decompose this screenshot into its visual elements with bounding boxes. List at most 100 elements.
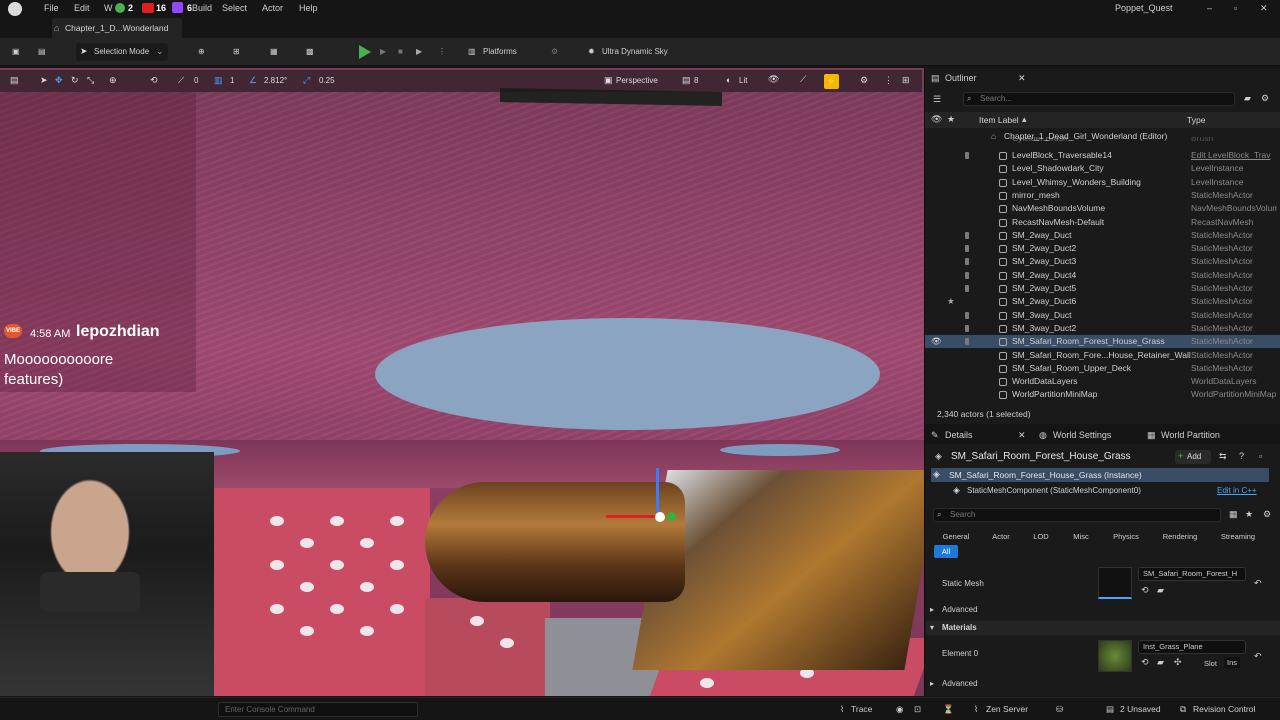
outliner-row[interactable]: SM_Safari_Room_Upper_Deck StaticMeshActor (925, 362, 1280, 375)
record-icon[interactable]: ◉ (896, 704, 903, 715)
advanced-label-2[interactable]: Advanced (942, 679, 978, 688)
materials-expander[interactable]: ▾ (930, 623, 934, 632)
platforms-button[interactable]: Platforms (483, 44, 517, 60)
blueprint-icon[interactable]: ⊞ (233, 44, 240, 60)
static-mesh-thumbnail[interactable] (1098, 567, 1132, 599)
source-control-icon[interactable]: ⛁ (1056, 704, 1063, 715)
simulate-icon[interactable]: ▶ (380, 44, 386, 60)
world-local-icon[interactable]: ⊕ (109, 75, 117, 86)
material-thumbnail[interactable] (1098, 640, 1132, 672)
outliner-row[interactable]: WorldDataLayers WorldDataLayers (925, 375, 1280, 388)
modes-icon[interactable]: ▩ (306, 44, 314, 60)
close-details-icon[interactable]: ✕ (1018, 426, 1026, 444)
menu-build[interactable]: Build (192, 3, 212, 13)
advanced-label-1[interactable]: Advanced (942, 605, 978, 614)
viewport-layout-icon[interactable]: ⋮ (884, 75, 893, 86)
outliner-row[interactable]: SM_Safari_Room_Fore...House_Retainer_Wal… (925, 349, 1280, 362)
outliner-row[interactable]: WorldPartitionMiniMap WorldPartitionMiniM… (925, 388, 1280, 401)
rotation-snap-value[interactable]: 0 (194, 76, 198, 85)
revision-control-button[interactable]: Revision Control (1193, 704, 1255, 714)
show-flags-icon[interactable]: 👁 (768, 74, 779, 85)
settings-icon[interactable]: ⚙ (551, 44, 558, 60)
level-tab[interactable]: ⌂ Chapter_1_D...Wonderland (52, 18, 182, 38)
visibility-eye-icon[interactable]: 👁 (931, 335, 942, 348)
rotation-snap-icon[interactable]: ⟋ (178, 75, 184, 86)
realtime-icon[interactable]: ⟋ (800, 74, 806, 85)
category-general[interactable]: General (936, 530, 976, 544)
lock-icon[interactable]: ▫ (1259, 451, 1262, 461)
outliner-row[interactable]: NavMeshBoundsVolume NavMeshBoundsVolume (925, 202, 1280, 215)
category-streaming[interactable]: Streaming (1212, 530, 1264, 544)
material-browse-icon[interactable]: ⟲ (1141, 657, 1149, 668)
pin-icon[interactable] (965, 231, 969, 239)
viewport-settings-icon[interactable]: ⚙ (860, 75, 868, 86)
visibility-header-icon[interactable]: 👁 (931, 114, 942, 125)
gizmo-y-handle[interactable] (667, 512, 676, 521)
maximize-icon[interactable]: ▫ (1234, 3, 1237, 13)
scale-tool-icon[interactable]: ⤡ (87, 75, 94, 86)
add-actor-icon[interactable]: ⊕ (198, 44, 205, 60)
outliner-row[interactable]: SM_3way_Duct2 StaticMeshActor (925, 322, 1280, 335)
add-folder-icon[interactable]: ▰ (1244, 93, 1251, 104)
menu-file[interactable]: File (44, 3, 59, 13)
scale-snap-icon[interactable]: ⤢ (303, 75, 310, 86)
trace-button[interactable]: Trace (851, 704, 872, 714)
ins-label[interactable]: Ins (1224, 657, 1241, 668)
outliner-row[interactable]: 👁 SM_Safari_Room_Forest_House_Grass Static… (925, 335, 1280, 349)
pin-icon[interactable] (965, 152, 969, 159)
stop-icon[interactable]: ■ (398, 44, 403, 60)
close-outliner-icon[interactable]: ✕ (1018, 69, 1026, 87)
gizmo-x-axis[interactable] (606, 515, 658, 518)
outliner-row[interactable]: RecastNavMesh-Default RecastNavMesh (925, 216, 1280, 229)
outliner-settings-icon[interactable]: ⚙ (1261, 93, 1269, 104)
details-search-input[interactable]: ⌕ Search (933, 508, 1221, 522)
rotate-tool-icon[interactable]: ↻ (71, 75, 79, 86)
pin-icon[interactable] (965, 245, 969, 253)
material-find-icon[interactable]: ▰ (1157, 657, 1164, 668)
pin-icon[interactable] (965, 338, 969, 346)
tab-details[interactable]: Details (945, 426, 973, 444)
category-physics[interactable]: Physics (1104, 530, 1148, 544)
materials-section-header[interactable] (926, 621, 1280, 635)
outliner-row[interactable]: mirror_mesh StaticMeshActor (925, 189, 1280, 202)
outliner-search-input[interactable]: ⌕ Search... (963, 92, 1235, 106)
material-combo[interactable]: Inst_Grass_Plane (1138, 640, 1246, 654)
close-icon[interactable]: ✕ (1260, 3, 1268, 14)
outliner-row[interactable]: SM_2way_Duct4 StaticMeshActor (925, 269, 1280, 282)
blueprint-convert-icon[interactable]: ⇆ (1219, 451, 1227, 462)
tab-world-settings[interactable]: World Settings (1053, 426, 1111, 444)
cinematics-icon[interactable]: ▦ (270, 44, 278, 60)
outliner-row[interactable]: SM_3way_Duct StaticMeshActor (925, 309, 1280, 322)
favorite-star-icon[interactable]: ★ (947, 295, 955, 308)
unsaved-count[interactable]: 2 Unsaved (1120, 704, 1161, 714)
eject-icon[interactable]: ▶ (416, 44, 422, 60)
pin-icon[interactable] (965, 271, 969, 279)
column-type[interactable]: Type (1187, 115, 1205, 125)
menu-actor[interactable]: Actor (262, 3, 283, 13)
sky-button[interactable]: Ultra Dynamic Sky (602, 44, 668, 60)
find-in-browser-icon[interactable]: ▰ (1157, 585, 1164, 596)
reset-material-icon[interactable]: ↶ (1254, 651, 1262, 662)
gizmo-z-axis[interactable] (656, 468, 659, 512)
tab-outliner[interactable]: Outliner (945, 69, 977, 87)
pin-icon[interactable] (965, 285, 969, 292)
category-all[interactable]: All (934, 545, 958, 558)
camera-speed-value[interactable]: 0.25 (319, 76, 335, 85)
details-settings-icon[interactable]: ⚙ (1263, 509, 1271, 520)
component-instance-row[interactable]: ◈ SM_Safari_Room_Forest_House_Grass (Ins… (931, 468, 1269, 482)
angle-snap-value[interactable]: 2.812° (264, 76, 287, 85)
advanced-expander-2[interactable]: ▸ (930, 679, 934, 688)
lit-button[interactable]: Lit (739, 76, 747, 85)
perspective-button[interactable]: Perspective (616, 76, 658, 85)
outliner-row[interactable]: SM_2way_Duct3 StaticMeshActor (925, 255, 1280, 268)
menu-select[interactable]: Select (222, 3, 247, 13)
selection-mode-button[interactable]: ➤ Selection Mode ⌄ (76, 43, 168, 61)
play-button[interactable] (359, 45, 371, 59)
menu-window[interactable]: W (104, 3, 113, 13)
console-input[interactable]: Enter Console Command (218, 702, 418, 717)
outliner-row[interactable]: LevelBlock_Traversable14 Edit LevelBlock_… (925, 149, 1280, 162)
outliner-row[interactable]: SM_2way_Duct StaticMeshActor (925, 229, 1280, 242)
fov-value[interactable]: 8 (694, 76, 698, 85)
maximize-viewport-icon[interactable]: ⊞ (902, 75, 910, 86)
zen-server-button[interactable]: Zen Server (986, 704, 1028, 714)
